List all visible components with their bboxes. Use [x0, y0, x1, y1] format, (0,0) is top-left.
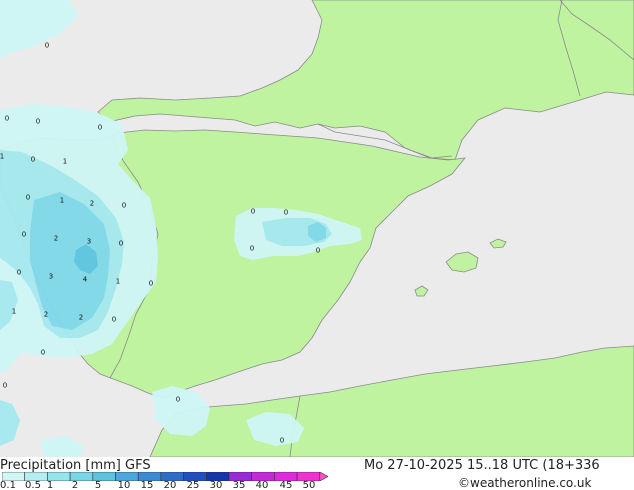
value-marker: 0: [149, 280, 153, 288]
legend-tick-label: 10: [117, 480, 131, 490]
value-marker: 2: [79, 314, 83, 322]
chart-title: Precipitation [mm] GFS: [0, 458, 151, 473]
legend-tick-label: 1: [46, 480, 54, 490]
value-marker: 0: [316, 247, 320, 255]
legend-tick-label: 45: [279, 480, 293, 490]
value-marker: 0: [26, 194, 30, 202]
value-marker: 0: [280, 437, 284, 445]
value-marker: 1: [63, 158, 67, 166]
credit-link[interactable]: ©weatheronline.co.uk: [458, 476, 591, 490]
legend-tick-label: 15: [140, 480, 154, 490]
value-marker: 0: [41, 349, 45, 357]
value-marker: 1: [0, 153, 4, 161]
legend-tick-label: 30: [209, 480, 223, 490]
value-marker: 0: [3, 382, 7, 390]
value-marker: 4: [83, 276, 88, 284]
value-marker: 0: [251, 208, 255, 216]
value-marker: 0: [122, 202, 126, 210]
legend-tick-label: 50: [302, 480, 316, 490]
valid-time: Mo 27-10-2025 15..18 UTC (18+336: [364, 458, 600, 473]
value-marker: 2: [44, 311, 48, 319]
value-marker: 1: [60, 197, 64, 205]
value-marker: 0: [31, 156, 35, 164]
value-marker: 0: [98, 124, 102, 132]
value-marker: 0: [17, 269, 21, 277]
legend-tick-label: 35: [232, 480, 246, 490]
value-marker: 3: [49, 273, 53, 281]
value-marker: 1: [116, 278, 120, 286]
value-marker: 0: [5, 115, 9, 123]
value-marker: 0: [45, 42, 49, 50]
legend-tick-label: 20: [163, 480, 177, 490]
legend-tick-label: 0.5: [25, 480, 41, 490]
legend-tick-label: 0.1: [0, 480, 16, 490]
value-marker: 0: [36, 118, 40, 126]
legend-tick-label: 2: [71, 480, 79, 490]
value-marker: 2: [54, 235, 58, 243]
legend-tick-label: 5: [94, 480, 102, 490]
value-marker: 3: [87, 238, 91, 246]
value-marker: 0: [22, 231, 26, 239]
legend-tick-label: 40: [255, 480, 269, 490]
value-marker: 0: [112, 316, 116, 324]
precipitation-map: 0 0 0 0 1 0 1 0 1 2 0 0 2 3 0 0 3 4 1 0 1 2 2 0 0 0 0 0 0 0 0 0: [0, 0, 634, 457]
value-marker: 0: [284, 209, 288, 217]
value-marker: 1: [12, 308, 16, 316]
value-marker: 0: [250, 245, 254, 253]
legend-arrow: [319, 472, 328, 481]
value-marker: 2: [90, 200, 94, 208]
legend-tick-label: 25: [186, 480, 200, 490]
map-figure: 00001010120023003410122000000000 Precipi…: [0, 0, 634, 490]
value-marker: 0: [119, 240, 123, 248]
value-marker: 0: [176, 396, 180, 404]
